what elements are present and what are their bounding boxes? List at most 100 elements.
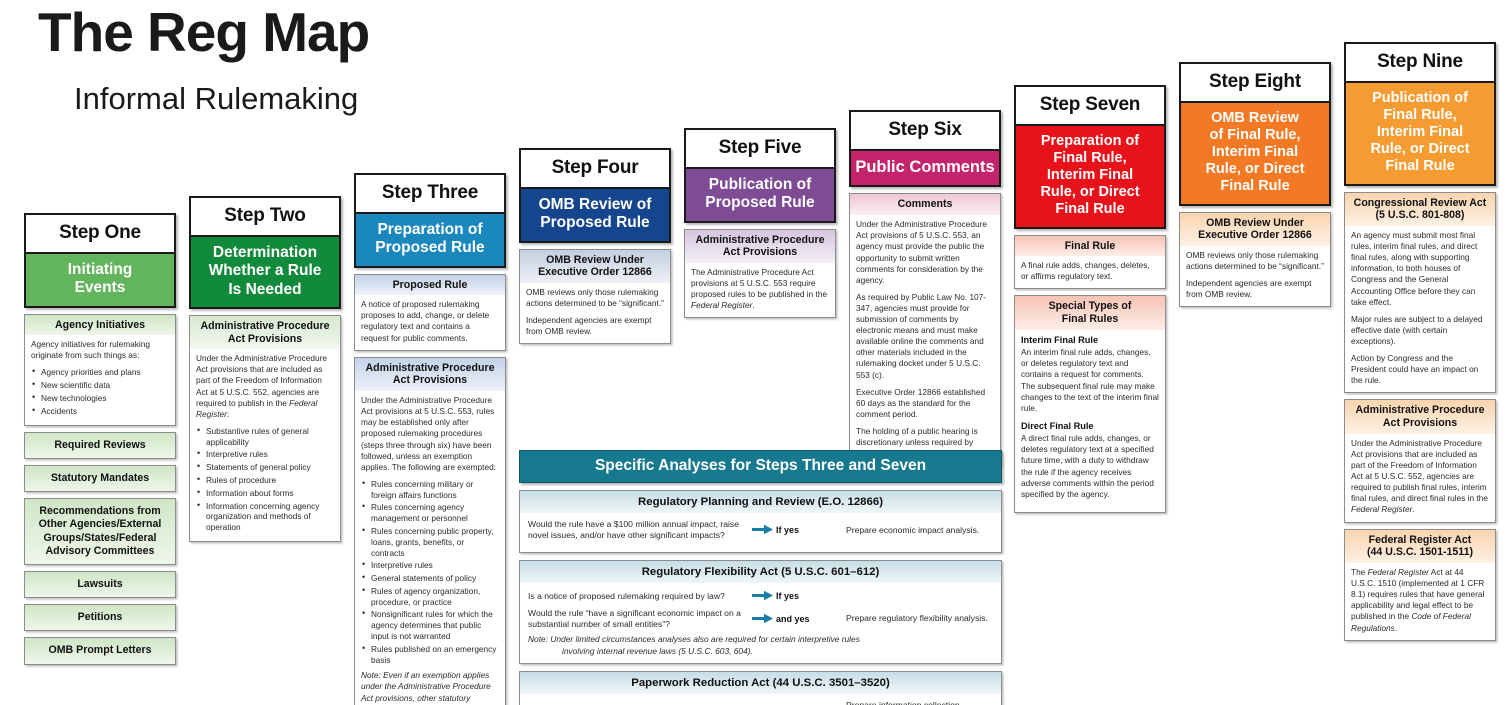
step-title-four: Step Four [551, 157, 639, 178]
detail-bullet-list: Substantive rules of general applicabili… [196, 425, 334, 533]
step-header-seven[interactable]: Step Seven Preparation of Final Rule, Inter… [1014, 85, 1166, 229]
detail-box-body: The Administrative Procedure Act provisi… [685, 263, 835, 317]
detail-paragraph: An agency must submit most final rules, … [1351, 229, 1478, 307]
detail-paragraph: Under the Administrative Procedure Act p… [1351, 437, 1488, 515]
subsection-text: An interim final rule adds, changes, or … [1021, 347, 1159, 413]
step-header-five[interactable]: Step Five Publication of Proposed Rule [684, 128, 836, 223]
right-arrow-icon [750, 589, 776, 604]
subsection-label: Direct Final Rule [1021, 420, 1094, 431]
detail-box-body: OMB reviews only those rulemaking action… [1180, 246, 1330, 306]
detail-note: Note: Even if an exemption applies under… [361, 670, 491, 705]
page-subtitle: Informal Rulemaking [74, 81, 359, 116]
analysis-condition: and yes [776, 614, 810, 625]
detail-box-title: Administrative Procedure Act Provisions [1345, 400, 1495, 434]
step-item-box[interactable]: Required Reviews [24, 431, 176, 459]
step-title-six: Step Six [888, 119, 962, 140]
detail-bullet-item: Rules of procedure [196, 474, 334, 486]
detail-paragraph: Under the Administrative Procedure Act p… [196, 353, 327, 419]
detail-box-body: The Federal Register Act at 44 U.S.C. 15… [1345, 563, 1495, 640]
step-detail-box: Federal Register Act (44 U.S.C. 1501-1511… [1344, 528, 1496, 641]
step-header-three[interactable]: Step Three Preparation of Proposed Rule [354, 173, 506, 268]
detail-box-title: OMB Review Under Executive Order 12866 [520, 249, 670, 283]
analysis-card: Paperwork Reduction Act (44 U.S.C. 3501–… [519, 670, 1002, 705]
step-column-eight: Step Eight OMB Review of Final Rule, Interi… [1179, 62, 1331, 308]
detail-box-body: An agency must submit most final rules, … [1345, 226, 1495, 392]
detail-paragraph: Independent agencies are exempt from OMB… [1186, 278, 1312, 300]
step-item-box[interactable]: Statutory Mandates [24, 464, 176, 493]
analysis-result: Prepare economic impact analysis. [846, 524, 980, 535]
step-band-six: Public Comments [851, 149, 999, 186]
specific-analyses-panel: Specific Analyses for Steps Three and Se… [519, 450, 1002, 705]
step-title-eight: Step Eight [1209, 71, 1301, 92]
step-item-box[interactable]: Recommendations from Other Agencies/Exte… [24, 498, 176, 566]
detail-box-body: Under the Administrative Procedure Act p… [850, 215, 1000, 465]
analysis-row: Is a notice of proposed rulemaking requi… [528, 589, 993, 604]
step-header-one[interactable]: Step One Initiating Events [24, 213, 176, 308]
step-header-eight[interactable]: Step Eight OMB Review of Final Rule, Interi… [1179, 62, 1331, 206]
step-column-seven: Step Seven Preparation of Final Rule, Inter… [1014, 85, 1166, 513]
step-detail-box: OMB Review Under Executive Order 12866 OMB… [519, 248, 671, 345]
detail-box-body: OMB reviews only those rulemaking action… [520, 283, 670, 343]
step-title-seven: Step Seven [1039, 94, 1141, 115]
detail-bullet-item: Rules concerning military or foreign aff… [361, 478, 499, 501]
detail-bullet-item: Interpretive rules [361, 559, 499, 571]
analysis-row: Would the rule have a $100 million annua… [528, 519, 993, 542]
detail-paragraph: Action by Congress and the President cou… [1351, 353, 1479, 386]
detail-bullet-item: Agency priorities and plans [31, 367, 169, 378]
analysis-result: Prepare information collection clearance… [846, 699, 960, 705]
step-header-four[interactable]: Step Four OMB Review of Proposed Rule [519, 148, 671, 243]
right-arrow-icon [750, 612, 776, 627]
step-header-six[interactable]: Step Six Public Comments [849, 110, 1001, 188]
detail-box-title: Final Rule [1015, 235, 1165, 257]
analysis-card: Regulatory Planning and Review (E.O. 128… [519, 490, 1002, 553]
detail-bullet-item: Accidents [31, 405, 169, 417]
detail-bullet-item: Rules concerning agency management or pe… [361, 501, 499, 524]
analysis-condition: If yes [776, 591, 800, 602]
analyses-title: Specific Analyses for Steps Three and Se… [519, 450, 1002, 483]
detail-bullet-item: Rules published on an emergency basis [361, 643, 499, 666]
detail-bullet-item: General statements of policy [361, 572, 499, 584]
detail-bullet-item: Rules of agency organization, procedure,… [361, 585, 499, 608]
analysis-question: Is a notice of proposed rulemaking requi… [528, 590, 725, 601]
analysis-note: Note: Under limited circumstances analys… [528, 634, 860, 656]
step-title-nine: Step Nine [1377, 51, 1463, 72]
step-detail-box: Agency Initiatives Agency initiatives for… [24, 313, 176, 426]
detail-box-title: Federal Register Act (44 U.S.C. 1501-1511… [1345, 529, 1495, 563]
step-band-eight: OMB Review of Final Rule, Interim Final Rul… [1181, 101, 1329, 204]
step-header-nine[interactable]: Step Nine Publication of Final Rule, Interi… [1344, 42, 1496, 186]
detail-bullet-item: New technologies [31, 392, 169, 404]
step-detail-box: Administrative Procedure Act Provisions Un… [354, 356, 506, 705]
analysis-card-title: Regulatory Flexibility Act (5 U.S.C. 601… [520, 560, 1001, 583]
step-title-five: Step Five [718, 137, 802, 158]
right-arrow-icon [750, 523, 776, 538]
analysis-condition: If yes [776, 525, 800, 536]
analysis-rows: Would the rule have a $100 million annua… [520, 513, 1001, 552]
subsection-label: Interim Final Rule [1021, 334, 1099, 345]
detail-box-body: Interim Final Rule An interim final rule … [1015, 330, 1165, 512]
step-column-one: Step One Initiating Events Agency Initiativ… [24, 213, 176, 665]
step-column-four: Step Four OMB Review of Proposed Rule OMB R… [519, 148, 671, 345]
detail-bullet-item: Nonsignificant rules for which the agenc… [361, 608, 499, 641]
detail-bullet-list: Agency priorities and plansNew scientifi… [31, 367, 169, 417]
detail-bullet-item: Interpretive rules [196, 448, 334, 460]
step-item-box[interactable]: Lawsuits [24, 571, 176, 599]
subsection-text: A direct final rule adds, changes, or de… [1021, 433, 1154, 499]
detail-box-title: Agency Initiatives [25, 314, 175, 336]
detail-paragraph: A final rule adds, changes, deletes, or … [1021, 260, 1150, 282]
step-detail-box: Administrative Procedure Act Provisions Th… [684, 228, 836, 319]
detail-box-body: A notice of proposed rulemaking proposes… [355, 295, 505, 349]
detail-paragraph: Under the Administrative Procedure Act p… [856, 219, 987, 285]
step-band-one: Initiating Events [26, 252, 174, 306]
step-header-two[interactable]: Step Two Determination Whether a Rule Is Ne… [189, 196, 341, 309]
step-column-six: Step Six Public Comments Comments Under the… [849, 110, 1001, 467]
step-detail-box: OMB Review Under Executive Order 12866 OMB… [1179, 211, 1331, 308]
step-column-three: Step Three Preparation of Proposed Rule Pro… [354, 173, 506, 705]
step-item-box[interactable]: Petitions [24, 604, 176, 632]
step-title-one: Step One [59, 222, 141, 243]
analysis-card: Regulatory Flexibility Act (5 U.S.C. 601… [519, 559, 1002, 664]
step-band-four: OMB Review of Proposed Rule [521, 187, 669, 241]
analysis-rows: Does the rule contain a “collection of i… [520, 694, 1001, 705]
detail-bullet-item: New scientific data [31, 379, 169, 391]
analysis-result: Prepare regulatory flexibility analysis. [846, 613, 988, 624]
step-item-box[interactable]: OMB Prompt Letters [24, 637, 176, 665]
